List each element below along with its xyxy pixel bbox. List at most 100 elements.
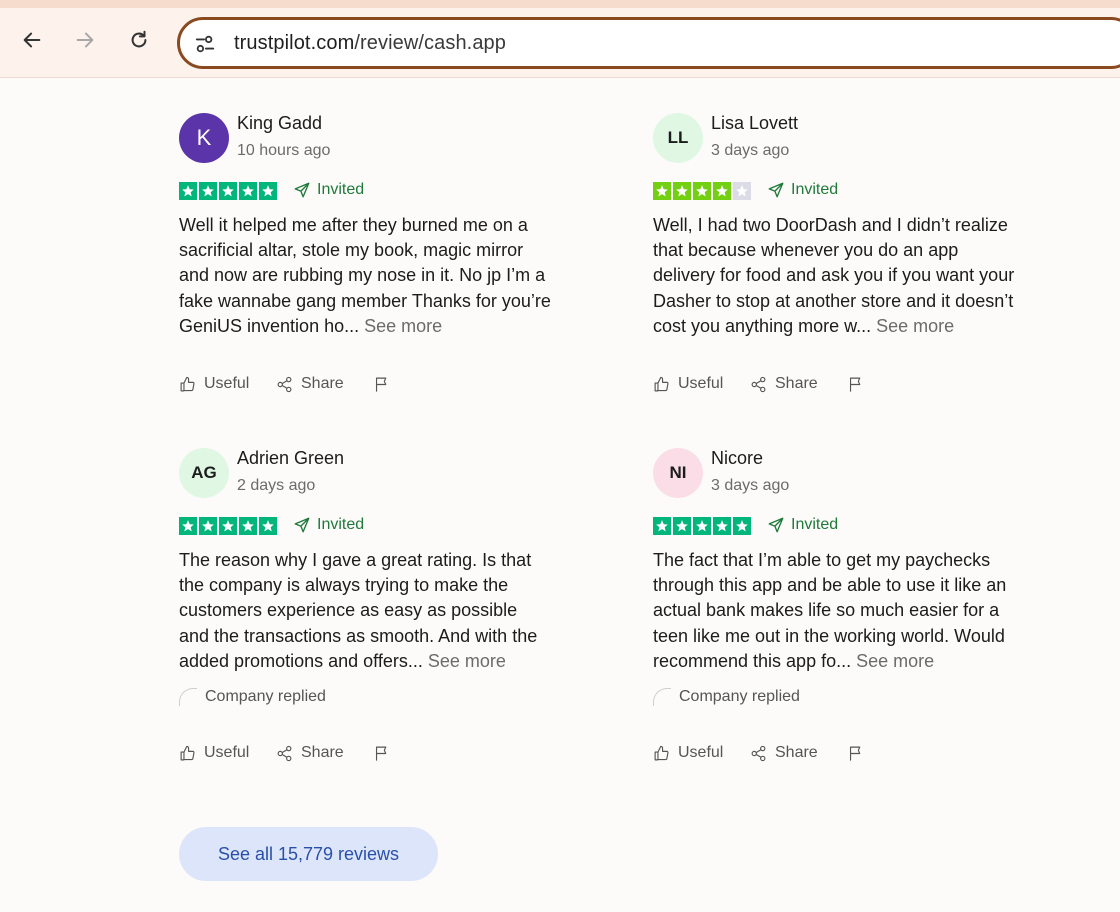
star-filled-icon	[653, 517, 672, 535]
avatar[interactable]: AG	[179, 448, 229, 498]
paper-plane-icon	[768, 182, 784, 198]
share-label: Share	[775, 744, 818, 761]
share-icon	[277, 745, 292, 761]
share-button[interactable]: Share	[750, 375, 847, 393]
see-more-link[interactable]: See more	[876, 316, 954, 336]
avatar[interactable]: K	[179, 113, 229, 163]
review-actions: Useful Share	[653, 375, 864, 393]
review-text: The reason why I gave a great rating. Is…	[179, 548, 571, 674]
invited-badge: Invited	[293, 181, 364, 199]
thumbs-up-icon	[654, 376, 669, 391]
star-filled-icon	[712, 517, 732, 535]
review-card: NI Nicore 3 days ago Invited The fact th…	[653, 448, 1053, 768]
review-date: 3 days ago	[711, 142, 790, 159]
useful-button[interactable]: Useful	[179, 375, 276, 393]
share-icon	[751, 376, 766, 392]
tune-icon[interactable]	[194, 33, 216, 55]
review-card: LL Lisa Lovett 3 days ago Invited Well, …	[653, 113, 1053, 403]
star-rating	[653, 517, 751, 535]
star-filled-icon	[218, 182, 238, 200]
share-icon	[751, 745, 766, 761]
useful-label: Useful	[204, 744, 250, 761]
review-actions: Useful Share	[179, 375, 390, 393]
star-filled-icon	[238, 517, 258, 535]
flag-icon	[849, 377, 861, 392]
browser-toolbar: trustpilot.com/review/cash.app	[0, 8, 1120, 78]
company-replied-label: Company replied	[679, 688, 800, 705]
reviewer-name[interactable]: King Gadd	[237, 113, 322, 134]
star-rating	[179, 182, 277, 200]
see-all-reviews-button[interactable]: See all 15,779 reviews	[179, 827, 438, 881]
review-date: 2 days ago	[237, 477, 316, 494]
company-replied[interactable]: Company replied	[179, 688, 326, 706]
star-filled-icon	[712, 182, 732, 200]
share-button[interactable]: Share	[276, 744, 373, 762]
share-label: Share	[301, 375, 344, 392]
star-filled-icon	[218, 517, 238, 535]
reply-curve-icon	[179, 688, 197, 706]
report-button[interactable]	[373, 745, 390, 762]
star-filled-icon	[672, 517, 692, 535]
address-bar[interactable]: trustpilot.com/review/cash.app	[177, 17, 1120, 69]
invited-label: Invited	[791, 516, 839, 533]
star-empty-icon	[732, 182, 751, 200]
review-card: K King Gadd 10 hours ago Invited Well it…	[179, 113, 579, 403]
invited-label: Invited	[317, 181, 365, 198]
flag-icon	[375, 377, 387, 392]
star-filled-icon	[732, 517, 751, 535]
reviewer-name[interactable]: Lisa Lovett	[711, 113, 798, 134]
back-button[interactable]	[17, 25, 47, 55]
see-more-link[interactable]: See more	[428, 651, 506, 671]
company-replied[interactable]: Company replied	[653, 688, 800, 706]
avatar[interactable]: NI	[653, 448, 703, 498]
arrow-right-icon	[76, 32, 94, 48]
flag-icon	[849, 746, 861, 761]
arrow-left-icon	[23, 32, 41, 48]
invited-badge: Invited	[767, 181, 838, 199]
star-rating	[179, 517, 277, 535]
see-more-link[interactable]: See more	[364, 316, 442, 336]
invited-badge: Invited	[293, 516, 364, 534]
reviewer-name[interactable]: Adrien Green	[237, 448, 344, 469]
useful-button[interactable]: Useful	[653, 744, 750, 762]
review-text: The fact that I’m able to get my paychec…	[653, 548, 1045, 674]
share-button[interactable]: Share	[276, 375, 373, 393]
report-button[interactable]	[847, 376, 864, 393]
reviewer-name[interactable]: Nicore	[711, 448, 763, 469]
paper-plane-icon	[294, 517, 310, 533]
reload-button[interactable]	[124, 25, 154, 55]
see-more-link[interactable]: See more	[856, 651, 934, 671]
share-button[interactable]: Share	[750, 744, 847, 762]
star-filled-icon	[653, 182, 672, 200]
useful-label: Useful	[678, 375, 724, 392]
report-button[interactable]	[373, 376, 390, 393]
url-path: /review/cash.app	[354, 32, 507, 54]
useful-button[interactable]: Useful	[179, 744, 276, 762]
useful-label: Useful	[204, 375, 250, 392]
useful-button[interactable]: Useful	[653, 375, 750, 393]
thumbs-up-icon	[180, 745, 195, 760]
useful-label: Useful	[678, 744, 724, 761]
thumbs-up-icon	[654, 745, 669, 760]
report-button[interactable]	[847, 745, 864, 762]
star-filled-icon	[692, 517, 712, 535]
star-filled-icon	[238, 182, 258, 200]
forward-button[interactable]	[70, 25, 100, 55]
star-filled-icon	[198, 182, 218, 200]
star-filled-icon	[692, 182, 712, 200]
review-actions: Useful Share	[179, 744, 390, 762]
review-actions: Useful Share	[653, 744, 864, 762]
avatar[interactable]: LL	[653, 113, 703, 163]
reload-icon	[131, 30, 147, 48]
review-date: 10 hours ago	[237, 142, 331, 159]
invited-label: Invited	[791, 181, 839, 198]
review-card: AG Adrien Green 2 days ago Invited The r…	[179, 448, 579, 768]
review-body: The fact that I’m able to get my paychec…	[653, 550, 1007, 671]
invited-label: Invited	[317, 516, 365, 533]
star-filled-icon	[179, 182, 198, 200]
star-filled-icon	[258, 182, 277, 200]
review-date: 3 days ago	[711, 477, 790, 494]
url-text[interactable]: trustpilot.com/review/cash.app	[234, 32, 506, 55]
share-icon	[277, 376, 292, 392]
browser-top-strip	[0, 0, 1120, 8]
